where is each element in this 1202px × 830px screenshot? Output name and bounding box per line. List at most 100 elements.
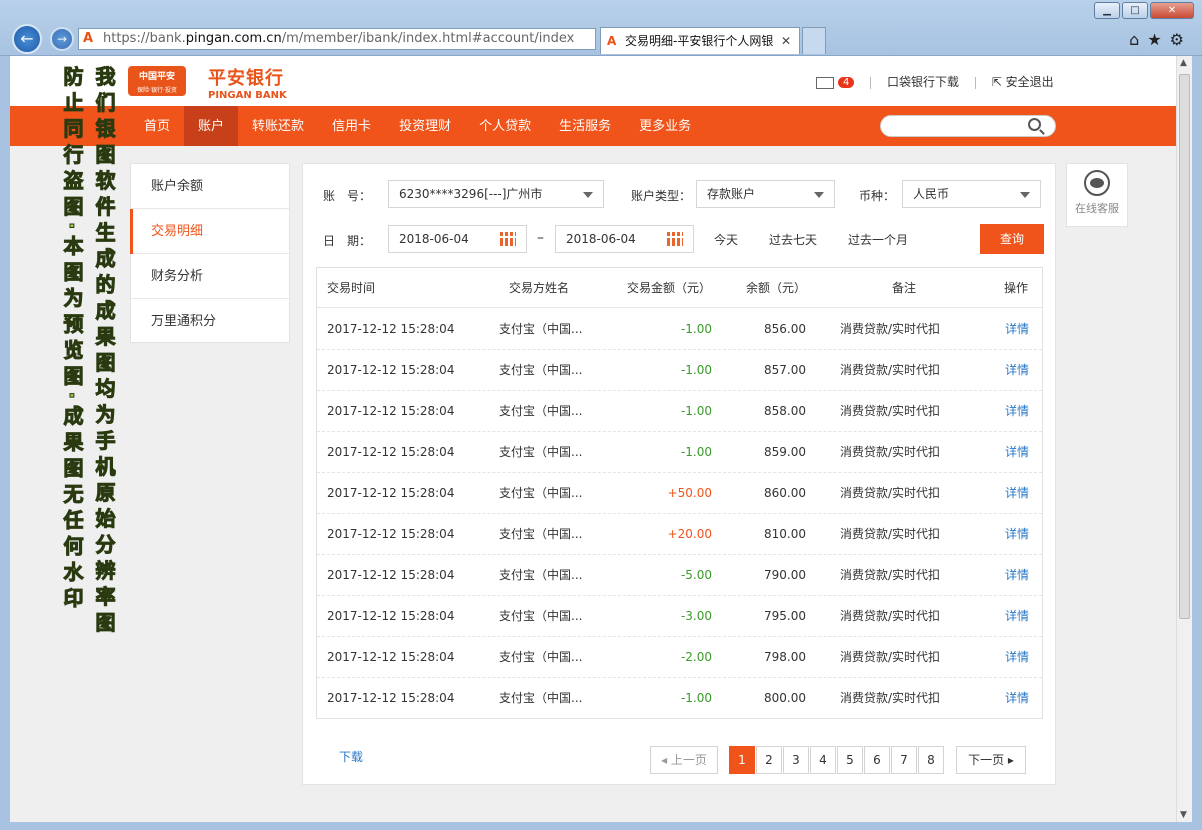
cell-party: 支付宝（中国... [499, 650, 583, 664]
page-2-button[interactable]: 2 [756, 746, 782, 774]
nav-investment[interactable]: 投资理财 [385, 106, 465, 146]
tab-close-icon[interactable]: ✕ [781, 28, 791, 54]
cell-op[interactable]: 详情 [1005, 555, 1029, 596]
cell-note: 消费贷款/实时代扣 [840, 568, 941, 582]
nav-transfer[interactable]: 转账还款 [238, 106, 318, 146]
cell-party: 支付宝（中国... [499, 363, 583, 377]
account-type-select[interactable]: 存款账户 [696, 180, 835, 208]
nav-account[interactable]: 账户 [184, 106, 239, 146]
cell-party: 支付宝（中国... [499, 404, 583, 418]
cell-balance: 859.00 [764, 445, 806, 459]
cell-op[interactable]: 详情 [1005, 596, 1029, 637]
cell-time: 2017-12-12 15:28:04 [327, 363, 455, 377]
brand-en: PINGAN BANK [208, 90, 287, 101]
table-row: 2017-12-12 15:28:04 支付宝（中国... -1.00 859.00 消… [317, 432, 1042, 473]
tab-logo-icon: A [607, 34, 617, 48]
scroll-thumb[interactable] [1179, 74, 1190, 619]
pingan-logo[interactable]: 中国平安 保险·银行·投资 [128, 66, 186, 96]
page-4-button[interactable]: 4 [810, 746, 836, 774]
page-1-button[interactable]: 1 [729, 746, 755, 774]
calendar-icon[interactable] [500, 232, 516, 246]
cell-op[interactable]: 详情 [1005, 391, 1029, 432]
online-service[interactable]: 在线客服 [1066, 163, 1128, 227]
currency-label: 币种： [859, 189, 896, 203]
minimize-icon[interactable]: ▁ [1094, 2, 1120, 19]
cell-party: 支付宝（中国... [499, 527, 583, 541]
vertical-scrollbar[interactable]: ▲ ▼ [1176, 56, 1192, 822]
back-icon[interactable]: ← [12, 24, 42, 54]
sidebar-item-points[interactable]: 万里通积分 [131, 299, 289, 344]
calendar-icon[interactable] [667, 232, 683, 246]
url-path: /m/member/ibank/index.html#account/index [281, 31, 575, 46]
sidebar-item-analysis[interactable]: 财务分析 [131, 254, 289, 299]
customer-service-icon [1084, 170, 1110, 196]
currency-select[interactable]: 人民币 [902, 180, 1041, 208]
currency-value: 人民币 [913, 187, 950, 201]
page-7-button[interactable]: 7 [891, 746, 917, 774]
cell-time: 2017-12-12 15:28:04 [327, 650, 455, 664]
page-8-button[interactable]: 8 [918, 746, 944, 774]
query-button[interactable]: 查询 [980, 224, 1044, 254]
nav-life-services[interactable]: 生活服务 [545, 106, 625, 146]
sidebar: 账户余额 交易明细 财务分析 万里通积分 [130, 163, 290, 343]
transaction-table: 交易时间 交易方姓名 交易金额（元） 余额（元） 备注 操作 2017-12-1… [316, 267, 1043, 719]
cell-note: 消费贷款/实时代扣 [840, 650, 941, 664]
page-5-button[interactable]: 5 [837, 746, 863, 774]
address-bar[interactable]: A https://bank.pingan.com.cn/m/member/ib… [78, 28, 596, 50]
page-3-button[interactable]: 3 [783, 746, 809, 774]
nav-more[interactable]: 更多业务 [625, 106, 705, 146]
cell-party: 支付宝（中国... [499, 568, 583, 582]
date-to-input[interactable]: 2018-06-04 [555, 225, 694, 253]
close-icon[interactable]: ✕ [1150, 2, 1194, 19]
browser-tools[interactable]: ⌂★⚙ [1129, 30, 1192, 49]
logo-box-small: 保险·银行·投资 [137, 87, 177, 94]
cell-op[interactable]: 详情 [1005, 514, 1029, 555]
search-icon[interactable] [1028, 118, 1041, 131]
cell-op[interactable]: 详情 [1005, 473, 1029, 514]
cell-op[interactable]: 详情 [1005, 432, 1029, 473]
app-download-link[interactable]: 口袋银行下载 [887, 75, 959, 89]
col-action: 操作 [1004, 281, 1029, 295]
page-6-button[interactable]: 6 [864, 746, 890, 774]
sidebar-item-balance[interactable]: 账户余额 [131, 164, 289, 209]
date-from-input[interactable]: 2018-06-04 [388, 225, 527, 253]
divider [870, 76, 872, 89]
search-input[interactable] [880, 115, 1056, 137]
nav-loans[interactable]: 个人贷款 [465, 106, 545, 146]
prev-page-button[interactable]: ◂ 上一页 [650, 746, 718, 774]
cell-amount: -2.00 [680, 650, 712, 664]
cell-op[interactable]: 详情 [1005, 637, 1029, 678]
browser-tab[interactable]: A 交易明细-平安银行个人网银 ✕ [600, 27, 800, 54]
cell-balance: 857.00 [764, 363, 806, 377]
cell-op[interactable]: 详情 [1005, 309, 1029, 350]
cell-party: 支付宝（中国... [499, 691, 583, 705]
nav-home[interactable]: 首页 [130, 106, 184, 146]
next-page-button[interactable]: 下一页 ▸ [956, 746, 1026, 774]
forward-icon[interactable]: → [50, 27, 74, 51]
account-select[interactable]: 6230****3296[---]广州市 [388, 180, 604, 208]
cell-note: 消费贷款/实时代扣 [840, 363, 941, 377]
scroll-down-icon[interactable]: ▼ [1180, 810, 1187, 820]
cell-balance: 858.00 [764, 404, 806, 418]
col-balance: 余额（元） [746, 281, 807, 295]
quick-today[interactable]: 今天 [714, 231, 738, 248]
cell-op[interactable]: 详情 [1005, 678, 1029, 719]
nav-credit-card[interactable]: 信用卡 [318, 106, 385, 146]
new-tab-button[interactable] [802, 27, 826, 54]
quick-seven-days[interactable]: 过去七天 [769, 231, 817, 248]
mail-icon[interactable] [816, 76, 834, 89]
cell-time: 2017-12-12 15:28:04 [327, 322, 455, 336]
download-link[interactable]: 下载 [339, 748, 363, 765]
quick-one-month[interactable]: 过去一个月 [848, 231, 908, 248]
scroll-up-icon[interactable]: ▲ [1180, 58, 1187, 68]
account-type-value: 存款账户 [707, 187, 756, 201]
cell-balance: 856.00 [764, 322, 806, 336]
date-separator: – [537, 230, 544, 246]
window-border-right [1192, 56, 1202, 830]
maximize-icon[interactable]: □ [1122, 2, 1148, 19]
site-logo-icon: A [83, 31, 94, 46]
sidebar-item-transactions[interactable]: 交易明细 [130, 209, 289, 254]
cell-op[interactable]: 详情 [1005, 350, 1029, 391]
logout-link[interactable]: 安全退出 [1006, 75, 1054, 89]
url-domain: pingan.com.cn [185, 31, 282, 46]
